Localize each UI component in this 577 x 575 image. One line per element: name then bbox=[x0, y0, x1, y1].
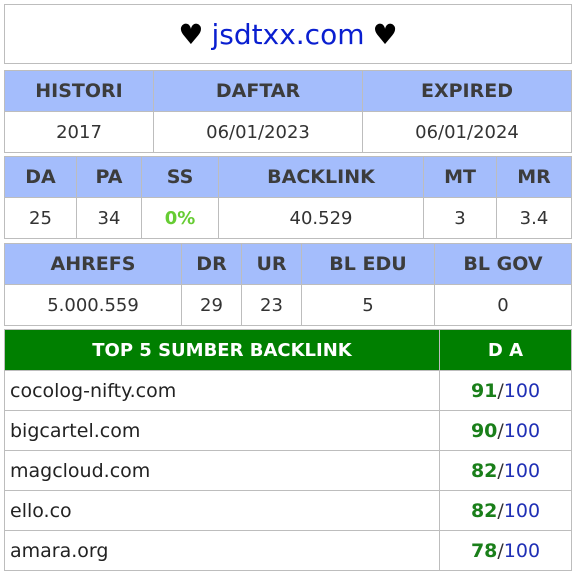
table-row: amara.org 78/100 bbox=[4, 530, 572, 571]
value-mt: 3 bbox=[423, 197, 497, 239]
header-daftar: DAFTAR bbox=[153, 70, 363, 112]
backlink-site: magcloud.com bbox=[4, 450, 440, 491]
history-table: HISTORI DAFTAR EXPIRED 2017 06/01/2023 0… bbox=[4, 70, 572, 153]
header-top-backlink: TOP 5 SUMBER BACKLINK bbox=[4, 329, 440, 371]
value-ss: 0% bbox=[141, 197, 219, 239]
value-backlink: 40.529 bbox=[218, 197, 424, 239]
header-pa: PA bbox=[76, 156, 142, 198]
value-daftar: 06/01/2023 bbox=[153, 111, 363, 153]
value-bl-edu: 5 bbox=[301, 284, 435, 326]
value-expired: 06/01/2024 bbox=[362, 111, 572, 153]
value-mr: 3.4 bbox=[496, 197, 572, 239]
backlink-da: 90/100 bbox=[439, 410, 572, 451]
domain-title: ♥ jsdtxx.com ♥ bbox=[4, 4, 572, 64]
header-ss: SS bbox=[141, 156, 219, 198]
backlink-site: cocolog-nifty.com bbox=[4, 370, 440, 411]
header-histori: HISTORI bbox=[4, 70, 154, 112]
header-backlink-da: D A bbox=[439, 329, 572, 371]
backlink-da: 91/100 bbox=[439, 370, 572, 411]
header-mt: MT bbox=[423, 156, 497, 198]
header-expired: EXPIRED bbox=[362, 70, 572, 112]
heart-icon: ♥ bbox=[372, 17, 398, 51]
header-bl-edu: BL EDU bbox=[301, 243, 435, 285]
header-ur: UR bbox=[241, 243, 302, 285]
backlink-table: TOP 5 SUMBER BACKLINK D A cocolog-nifty.… bbox=[4, 329, 572, 571]
backlink-site: bigcartel.com bbox=[4, 410, 440, 451]
header-ahrefs: AHREFS bbox=[4, 243, 182, 285]
header-bl-gov: BL GOV bbox=[434, 243, 572, 285]
backlink-da: 82/100 bbox=[439, 490, 572, 531]
heart-icon: ♥ bbox=[178, 17, 204, 51]
header-backlink: BACKLINK bbox=[218, 156, 424, 198]
domain-name: jsdtxx.com bbox=[211, 17, 365, 51]
table-row: magcloud.com 82/100 bbox=[4, 450, 572, 491]
header-dr: DR bbox=[181, 243, 242, 285]
value-histori: 2017 bbox=[4, 111, 154, 153]
ahrefs-table: AHREFS DR UR BL EDU BL GOV 5.000.559 29 … bbox=[4, 243, 572, 326]
table-row: cocolog-nifty.com 91/100 bbox=[4, 370, 572, 411]
table-row: ello.co 82/100 bbox=[4, 490, 572, 531]
backlink-site: ello.co bbox=[4, 490, 440, 531]
header-mr: MR bbox=[496, 156, 572, 198]
value-dr: 29 bbox=[181, 284, 242, 326]
backlink-da: 78/100 bbox=[439, 530, 572, 571]
value-ur: 23 bbox=[241, 284, 302, 326]
value-da: 25 bbox=[4, 197, 77, 239]
value-bl-gov: 0 bbox=[434, 284, 572, 326]
backlink-site: amara.org bbox=[4, 530, 440, 571]
metrics-table: DA PA SS BACKLINK MT MR 25 34 0% 40.529 … bbox=[4, 156, 572, 239]
value-ahrefs: 5.000.559 bbox=[4, 284, 182, 326]
table-row: bigcartel.com 90/100 bbox=[4, 410, 572, 451]
backlink-da: 82/100 bbox=[439, 450, 572, 491]
value-pa: 34 bbox=[76, 197, 142, 239]
header-da: DA bbox=[4, 156, 77, 198]
